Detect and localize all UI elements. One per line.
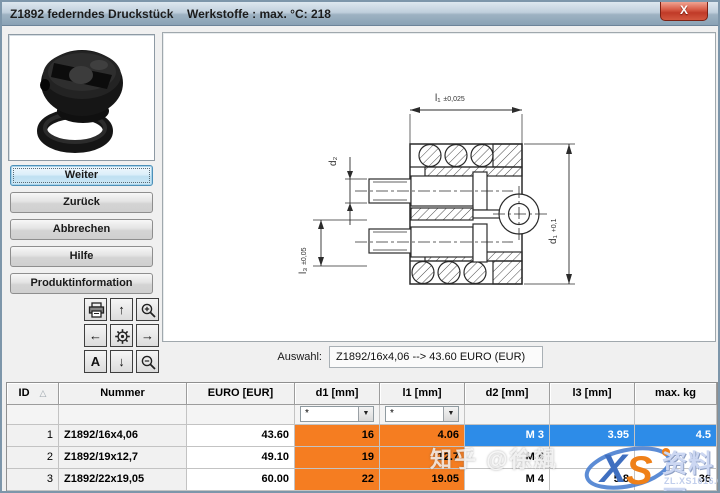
cell-nummer: Z1892/22x19,05 bbox=[59, 469, 187, 491]
cell-maxkg: 4.5 bbox=[635, 425, 717, 447]
filter-d1: *▼ bbox=[295, 405, 380, 425]
filter-euro bbox=[187, 405, 295, 425]
filter-l3 bbox=[550, 405, 635, 425]
abbrechen-button[interactable]: Abbrechen bbox=[10, 219, 153, 240]
weiter-label: Weiter bbox=[65, 169, 98, 181]
hilfe-label: Hilfe bbox=[70, 250, 94, 262]
weiter-button[interactable]: Weiter bbox=[10, 165, 153, 186]
chevron-down-icon[interactable]: ▼ bbox=[443, 407, 458, 421]
dim-l3-label: l₃ ±0,05 bbox=[298, 247, 309, 274]
printer-icon bbox=[88, 302, 105, 319]
dim-l1-label: l₁ ±0,025 bbox=[435, 93, 465, 104]
cell-maxkg: 36 bbox=[635, 469, 717, 491]
cell-l3 bbox=[550, 447, 635, 469]
hilfe-button[interactable]: Hilfe bbox=[10, 246, 153, 267]
cell-d2: M 4 bbox=[465, 447, 550, 469]
zurueck-button[interactable]: Zurück bbox=[10, 192, 153, 213]
cell-maxkg bbox=[635, 447, 717, 469]
cell-l1: 4.06 bbox=[380, 425, 465, 447]
cell-d1: 22 bbox=[295, 469, 380, 491]
filter-d2 bbox=[465, 405, 550, 425]
spring-plunger-photo bbox=[9, 35, 154, 160]
cell-nummer: Z1892/16x4,06 bbox=[59, 425, 187, 447]
window-subtitle: Werkstoffe : max. °C: 218 bbox=[187, 7, 331, 21]
col-header-l3[interactable]: l3 [mm] bbox=[550, 383, 635, 405]
table-header-row: ID△ Nummer EURO [EUR] d1 [mm] l1 [mm] d2… bbox=[7, 383, 717, 405]
cell-nummer: Z1892/19x12,7 bbox=[59, 447, 187, 469]
auswahl-label: Auswahl: bbox=[242, 351, 322, 363]
close-icon: X bbox=[680, 3, 688, 17]
auswahl-value: Z1892/16x4,06 --> 43.60 EURO (EUR) bbox=[336, 351, 525, 363]
cell-d2: M 3 bbox=[465, 425, 550, 447]
chevron-down-icon[interactable]: ▼ bbox=[358, 407, 373, 421]
cell-id: 3 bbox=[7, 469, 59, 491]
dim-d1-label: d₁ +0,1 bbox=[548, 218, 559, 244]
zoom-in-button[interactable] bbox=[136, 298, 159, 321]
cell-euro: 43.60 bbox=[187, 425, 295, 447]
cell-l1: 12.7 bbox=[380, 447, 465, 469]
drawing-svg bbox=[163, 33, 715, 341]
pan-down-button[interactable]: ↓ bbox=[110, 350, 133, 373]
cell-l3: 5.8 bbox=[550, 469, 635, 491]
dim-d2-label: d₂ bbox=[328, 157, 339, 166]
abbrechen-label: Abbrechen bbox=[53, 223, 110, 235]
filter-l1: *▼ bbox=[380, 405, 465, 425]
text-button[interactable]: A bbox=[84, 350, 107, 373]
cell-l1: 19.05 bbox=[380, 469, 465, 491]
cell-d1: 19 bbox=[295, 447, 380, 469]
filter-l1-combobox[interactable]: *▼ bbox=[385, 406, 459, 422]
filter-d1-combobox[interactable]: *▼ bbox=[300, 406, 374, 422]
technical-drawing: l₁ ±0,025 d₂ l₃ ±0,05 d₁ +0,1 bbox=[162, 32, 716, 342]
cell-euro: 49.10 bbox=[187, 447, 295, 469]
cell-d1: 16 bbox=[295, 425, 380, 447]
result-table: ID△ Nummer EURO [EUR] d1 [mm] l1 [mm] d2… bbox=[6, 382, 718, 492]
filter-l1-value: * bbox=[390, 408, 394, 419]
arrow-left-icon: ← bbox=[89, 328, 102, 343]
print-button[interactable] bbox=[84, 298, 107, 321]
produktinformation-button[interactable]: Produktinformation bbox=[10, 273, 153, 294]
cell-d2: M 4 bbox=[465, 469, 550, 491]
col-header-id[interactable]: ID△ bbox=[7, 383, 59, 405]
col-header-d1[interactable]: d1 [mm] bbox=[295, 383, 380, 405]
pan-up-button[interactable]: ↑ bbox=[110, 298, 133, 321]
letter-a-icon: A bbox=[91, 354, 100, 369]
table-row[interactable]: 3 Z1892/22x19,05 60.00 22 19.05 M 4 5.8 … bbox=[7, 469, 717, 491]
arrow-up-icon: ↑ bbox=[118, 302, 125, 317]
fit-view-button[interactable] bbox=[110, 324, 133, 347]
pan-left-button[interactable]: ← bbox=[84, 324, 107, 347]
cell-id: 1 bbox=[7, 425, 59, 447]
filter-id bbox=[7, 405, 59, 425]
arrow-right-icon: → bbox=[141, 328, 154, 343]
window-title: Z1892 federndes Druckstück bbox=[10, 7, 173, 21]
cell-l3: 3.95 bbox=[550, 425, 635, 447]
zoom-out-icon bbox=[140, 354, 157, 371]
col-header-l1[interactable]: l1 [mm] bbox=[380, 383, 465, 405]
zoom-out-button[interactable] bbox=[136, 350, 159, 373]
col-header-maxkg[interactable]: max. kg bbox=[635, 383, 717, 405]
dialog-window: Z1892 federndes Druckstück Werkstoffe : … bbox=[0, 0, 720, 493]
pan-right-button[interactable]: → bbox=[136, 324, 159, 347]
title-bar: Z1892 federndes Druckstück Werkstoffe : … bbox=[2, 2, 718, 26]
close-button[interactable]: X bbox=[660, 2, 708, 21]
col-header-nummer[interactable]: Nummer bbox=[59, 383, 187, 405]
cell-euro: 60.00 bbox=[187, 469, 295, 491]
gear-icon bbox=[114, 328, 131, 345]
product-photo bbox=[8, 34, 155, 161]
arrow-down-icon: ↓ bbox=[118, 354, 125, 369]
sort-ascending-icon: △ bbox=[40, 388, 47, 398]
auswahl-value-field: Z1892/16x4,06 --> 43.60 EURO (EUR) bbox=[329, 346, 543, 368]
filter-d1-value: * bbox=[305, 408, 309, 419]
filter-nummer bbox=[59, 405, 187, 425]
filter-maxkg bbox=[635, 405, 717, 425]
cell-id: 2 bbox=[7, 447, 59, 469]
col-header-euro[interactable]: EURO [EUR] bbox=[187, 383, 295, 405]
col-header-d2[interactable]: d2 [mm] bbox=[465, 383, 550, 405]
produktinformation-label: Produktinformation bbox=[30, 277, 132, 289]
filter-row: *▼ *▼ bbox=[7, 405, 717, 425]
table-row[interactable]: 2 Z1892/19x12,7 49.10 19 12.7 M 4 bbox=[7, 447, 717, 469]
table-row[interactable]: 1 Z1892/16x4,06 43.60 16 4.06 M 3 3.95 4… bbox=[7, 425, 717, 447]
zurueck-label: Zurück bbox=[63, 196, 100, 208]
zoom-in-icon bbox=[140, 302, 157, 319]
